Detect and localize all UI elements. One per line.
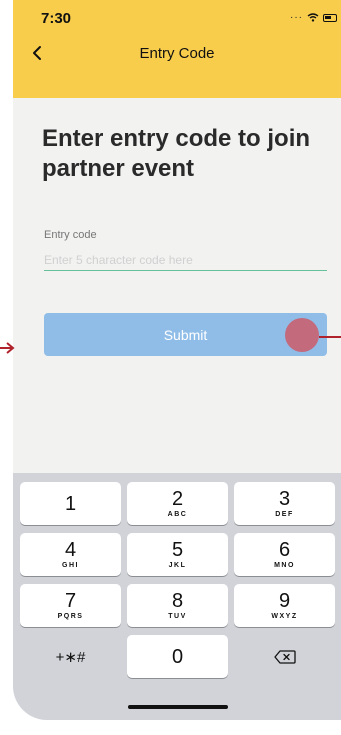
key-symbols[interactable]: +∗# bbox=[20, 635, 121, 678]
key-letters: TUV bbox=[168, 613, 187, 620]
battery-icon bbox=[323, 13, 337, 22]
header-bar: 7:30 ··· Entry Code bbox=[13, 0, 341, 98]
key-4[interactable]: 4 GHI bbox=[20, 533, 121, 576]
key-number: 5 bbox=[171, 539, 184, 561]
annotation-line bbox=[319, 336, 341, 338]
key-letters: DEF bbox=[275, 511, 294, 518]
entry-code-label: Entry code bbox=[44, 229, 97, 241]
key-number: 0 bbox=[171, 645, 184, 668]
key-3[interactable]: 3 DEF bbox=[234, 482, 335, 525]
key-number: 4 bbox=[64, 539, 77, 561]
page-title: Entry Code bbox=[139, 45, 215, 62]
key-number: 8 bbox=[171, 590, 184, 612]
key-symbols-label: +∗# bbox=[55, 648, 86, 666]
key-0[interactable]: 0 bbox=[127, 635, 228, 678]
key-5[interactable]: 5 JKL bbox=[127, 533, 228, 576]
key-letters: PQRS bbox=[57, 613, 84, 620]
key-number: 2 bbox=[171, 488, 184, 510]
key-number: 6 bbox=[278, 539, 291, 561]
annotation-arrow-icon bbox=[0, 342, 15, 354]
key-1[interactable]: 1 bbox=[20, 482, 121, 525]
key-number: 7 bbox=[64, 590, 77, 612]
signal-icon: ··· bbox=[290, 12, 303, 23]
numeric-keypad: 1 2 ABC 3 DEF 4 GHI 5 JKL 6 MNO 7 PQRS 8… bbox=[13, 473, 341, 720]
key-delete[interactable] bbox=[234, 635, 335, 678]
key-letters: GHI bbox=[62, 562, 79, 569]
entry-code-input[interactable] bbox=[44, 249, 327, 271]
key-number: 9 bbox=[278, 590, 291, 612]
key-6[interactable]: 6 MNO bbox=[234, 533, 335, 576]
key-8[interactable]: 8 TUV bbox=[127, 584, 228, 627]
key-number: 3 bbox=[278, 488, 291, 510]
instruction-heading: Enter entry code to join partner event bbox=[42, 125, 311, 182]
key-letters: MNO bbox=[274, 562, 295, 569]
key-letters: WXYZ bbox=[271, 613, 298, 620]
phone-screen: 7:30 ··· Entry Code Enter entry code to … bbox=[13, 0, 341, 720]
key-number: 1 bbox=[64, 492, 77, 515]
key-2[interactable]: 2 ABC bbox=[127, 482, 228, 525]
key-9[interactable]: 9 WXYZ bbox=[234, 584, 335, 627]
backspace-icon bbox=[273, 649, 296, 664]
touch-indicator bbox=[285, 318, 319, 352]
key-7[interactable]: 7 PQRS bbox=[20, 584, 121, 627]
key-letters: JKL bbox=[168, 562, 187, 569]
submit-button-label: Submit bbox=[163, 326, 208, 343]
status-time: 7:30 bbox=[41, 10, 72, 27]
key-letters: ABC bbox=[167, 511, 188, 518]
home-indicator bbox=[128, 705, 228, 709]
wifi-icon bbox=[307, 13, 319, 22]
status-icons: ··· bbox=[290, 12, 337, 23]
